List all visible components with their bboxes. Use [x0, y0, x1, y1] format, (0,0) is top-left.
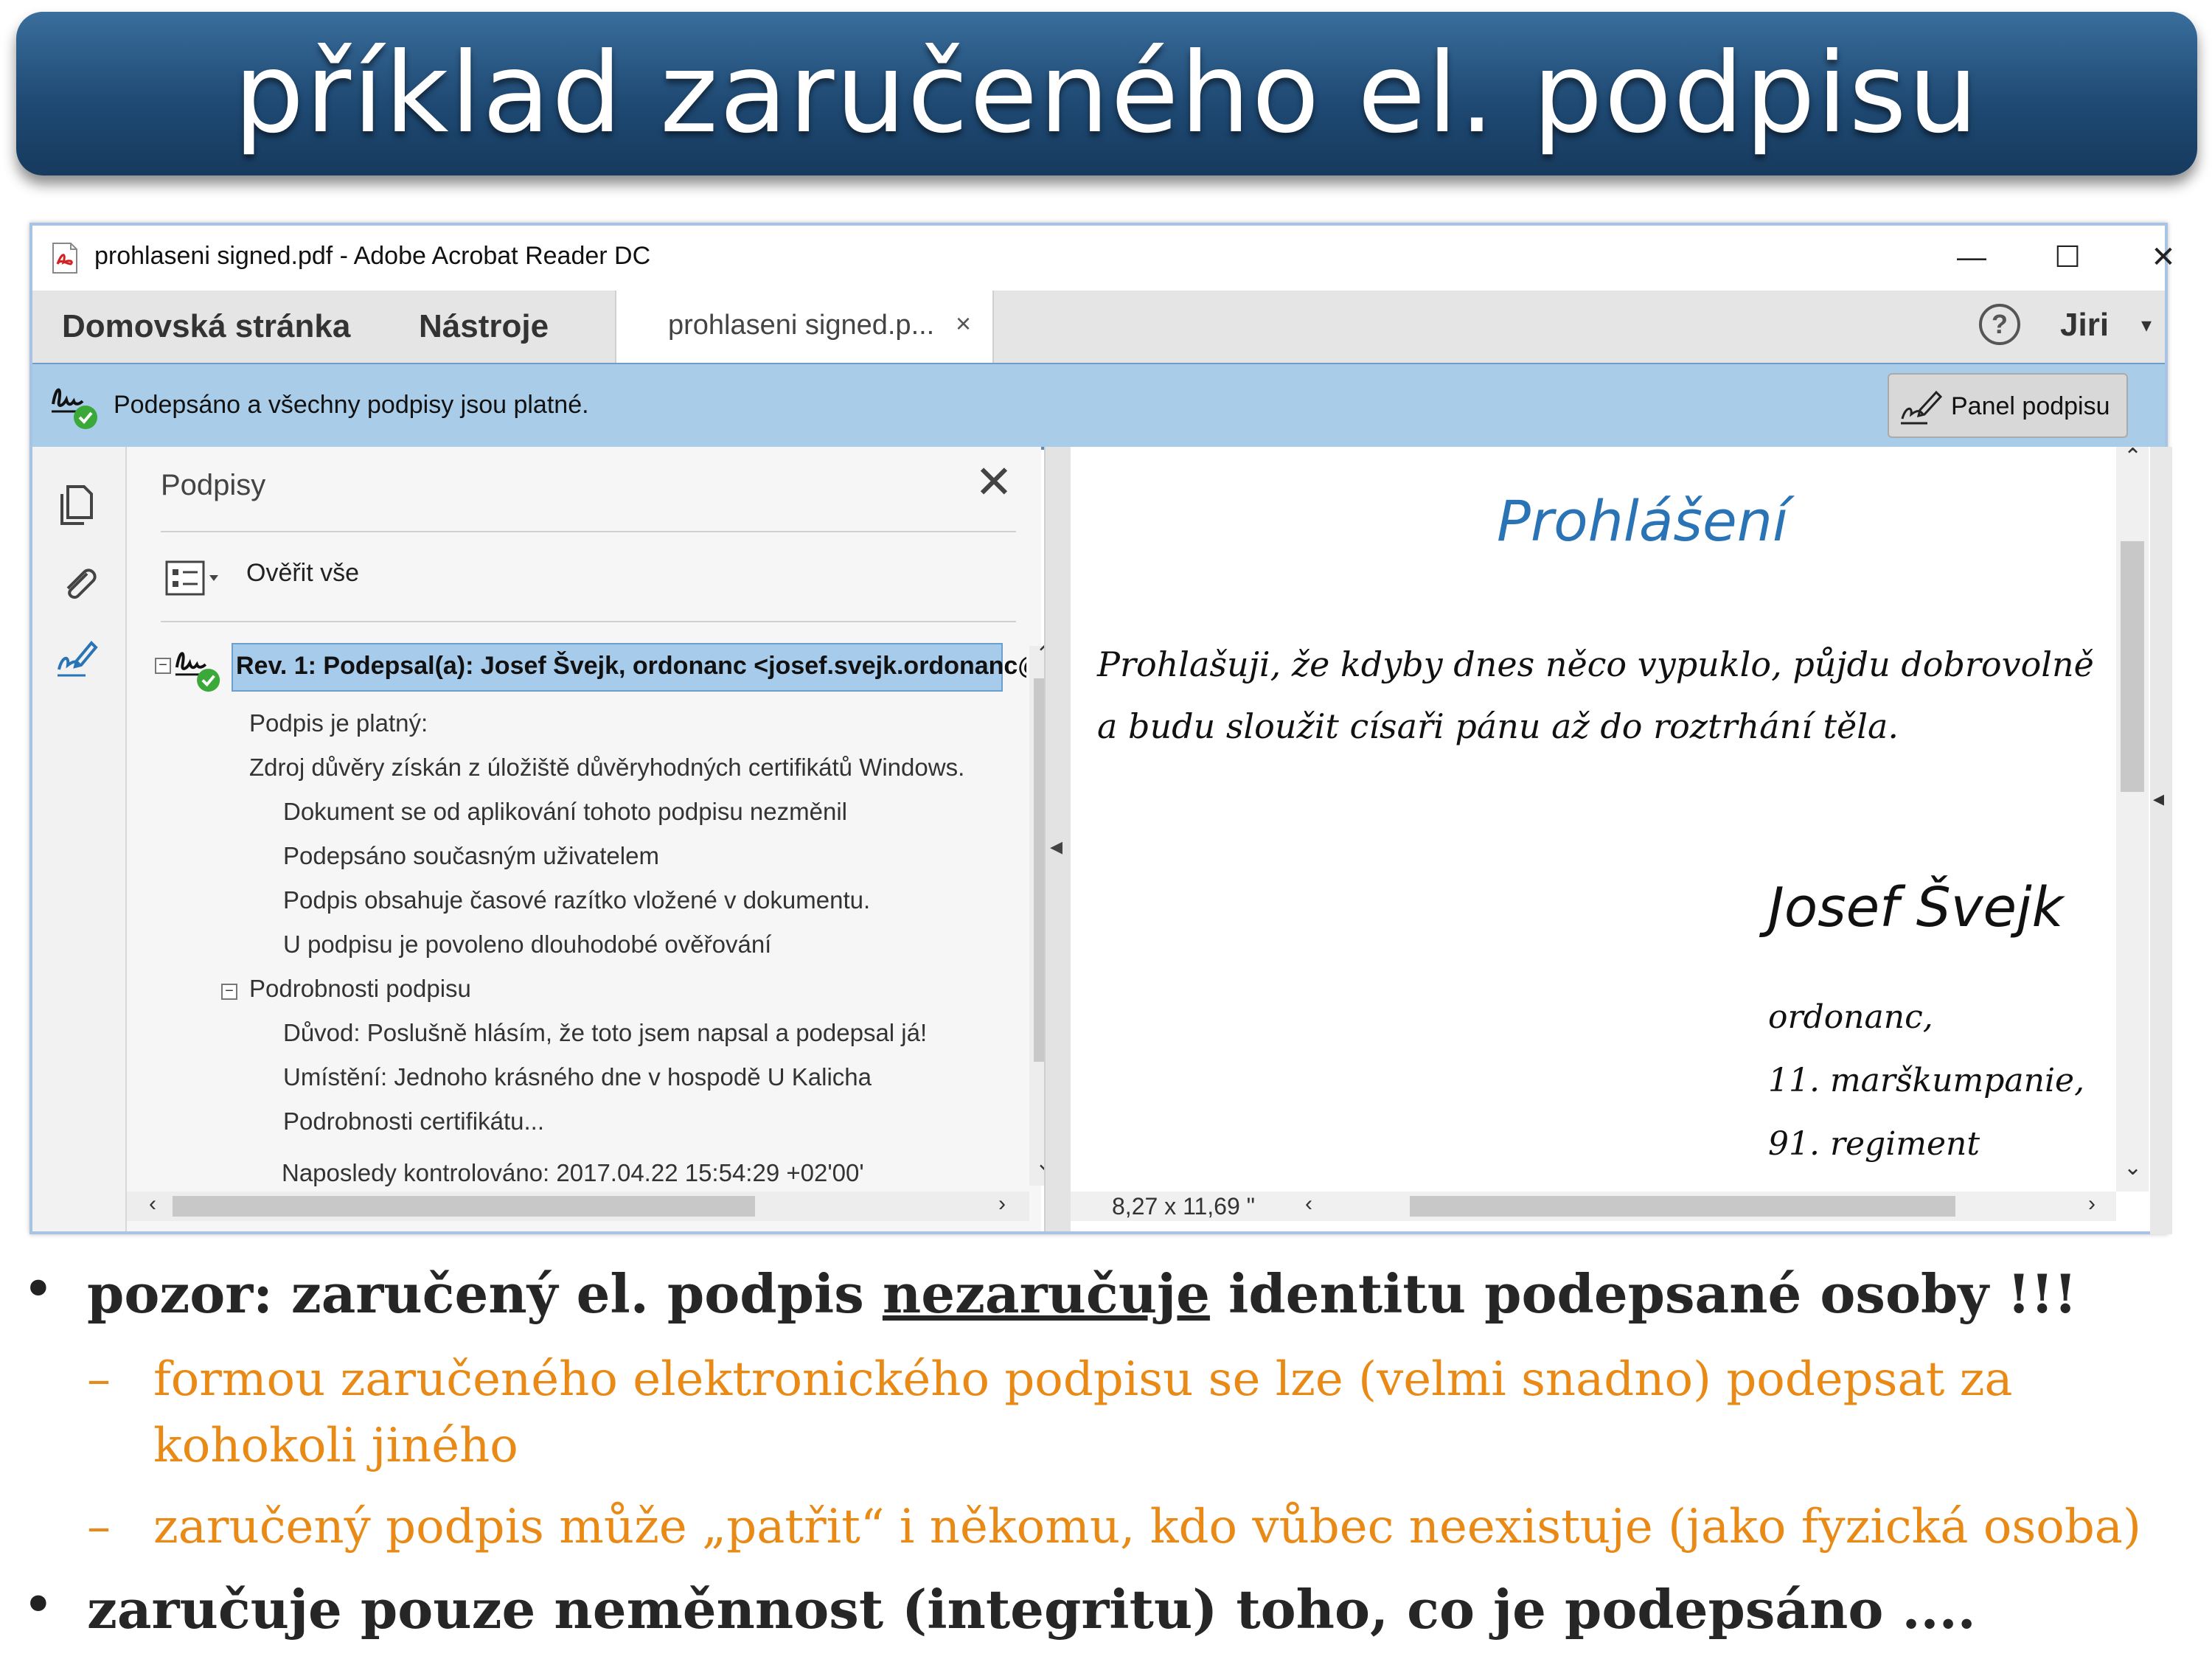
- tree-item[interactable]: Podrobnosti podpisu: [249, 975, 471, 1003]
- bullet-text-1: pozor: zaručený el. podpis nezaručuje id…: [87, 1262, 2077, 1325]
- collapse-toggle[interactable]: −: [155, 658, 171, 674]
- slide-title: příklad zaručeného el. podpisu: [234, 29, 1980, 158]
- right-pane-toggle-strip[interactable]: ◂: [2150, 447, 2172, 1234]
- signer-detail: 11. marškumpanie,: [1768, 1062, 2085, 1099]
- signatures-icon[interactable]: [55, 636, 102, 683]
- document-tab[interactable]: prohlaseni signed.p... ×: [615, 291, 994, 364]
- slide-title-banner: příklad zaručeného el. podpisu: [16, 12, 2197, 175]
- tree-item[interactable]: Zdroj důvěry získán z úložiště důvěryhod…: [249, 754, 964, 782]
- tree-item[interactable]: Umístění: Jednoho krásného dne v hospodě…: [283, 1063, 872, 1091]
- scroll-left-arrow[interactable]: ‹: [149, 1192, 156, 1217]
- collapse-toggle[interactable]: −: [221, 984, 237, 1000]
- document-tab-label: prohlaseni signed.p...: [668, 310, 935, 341]
- options-menu-icon[interactable]: [164, 556, 223, 600]
- bullet-text-part: pozor: zaručený el. podpis: [87, 1262, 883, 1325]
- scrollbar-thumb[interactable]: [1410, 1196, 1955, 1217]
- bullet-text-part: identitu podepsané osoby !!!: [1209, 1262, 2078, 1325]
- tree-item[interactable]: Důvod: Poslušně hlásím, že toto jsem nap…: [283, 1019, 927, 1047]
- tree-item[interactable]: Podrobnosti certifikátu...: [283, 1107, 544, 1135]
- sub-bullet-text: formou zaručeného elektronického podpisu…: [153, 1352, 2013, 1407]
- scroll-left-arrow[interactable]: ‹: [1305, 1192, 1312, 1217]
- scroll-right-arrow[interactable]: ›: [2088, 1192, 2096, 1217]
- divider: [161, 621, 1016, 622]
- signature-status-message: Podepsáno a všechny podpisy jsou platné.: [114, 391, 589, 419]
- sub-bullet-marker: –: [87, 1500, 111, 1554]
- pdf-file-icon: [52, 243, 77, 274]
- divider: [161, 531, 1016, 532]
- document-tab-close-icon[interactable]: ×: [956, 308, 971, 339]
- menu-bar: Domovská stránka Nástroje prohlaseni sig…: [32, 291, 2165, 364]
- collapse-panel-arrow[interactable]: ◂: [1050, 832, 1062, 861]
- maximize-button[interactable]: ☐: [2023, 233, 2112, 282]
- document-vertical-scrollbar[interactable]: ⌃ ⌄: [2116, 444, 2149, 1192]
- expand-right-pane-arrow[interactable]: ◂: [2153, 786, 2164, 812]
- help-icon[interactable]: ?: [1979, 304, 2020, 345]
- navigation-tool-strip: [32, 447, 127, 1231]
- underlined-emphasis: nezaručuje: [882, 1262, 1210, 1325]
- chevron-down-icon[interactable]: ▾: [2141, 313, 2152, 337]
- signatures-panel-title: Podpisy: [161, 469, 266, 501]
- signer-detail: ordonanc,: [1768, 998, 1933, 1036]
- signature-panel-button-label: Panel podpisu: [1951, 392, 2110, 420]
- signer-detail: 91. regiment: [1768, 1125, 1980, 1163]
- tree-item[interactable]: U podpisu je povoleno dlouhodobé ověřová…: [283, 931, 771, 959]
- signature-valid-icon: [52, 388, 97, 429]
- scroll-down-arrow[interactable]: ⌄: [2124, 1155, 2142, 1180]
- scrollbar-thumb[interactable]: [2121, 541, 2144, 792]
- sub-bullet-text: zaručený podpis může „patřit“ i někomu, …: [153, 1500, 2141, 1554]
- panel-splitter[interactable]: ◂: [1044, 447, 1072, 1231]
- bullet-text-2: zaručuje pouze neměnnost (integritu) toh…: [87, 1578, 1976, 1641]
- attachment-icon[interactable]: [55, 559, 102, 606]
- signature-panel-button[interactable]: Panel podpisu: [1888, 373, 2128, 438]
- document-text-line: Prohlašuji, že kdyby dnes něco vypuklo, …: [1097, 644, 2094, 684]
- close-window-button[interactable]: ✕: [2119, 233, 2208, 282]
- document-text-line: a budu sloužit císaři pánu až do roztrhá…: [1097, 706, 1899, 746]
- bullet-marker: •: [22, 1258, 55, 1321]
- user-menu[interactable]: Jiri: [2060, 307, 2109, 344]
- page-size-readout: 8,27 x 11,69 ": [1112, 1193, 1256, 1220]
- sub-bullet-text: kohokoli jiného: [153, 1419, 518, 1473]
- tree-item[interactable]: Podpis je platný:: [249, 709, 428, 737]
- minimize-button[interactable]: —: [1927, 233, 2016, 282]
- menu-home[interactable]: Domovská stránka: [62, 291, 350, 363]
- sub-bullet-marker: –: [87, 1352, 111, 1407]
- tree-item[interactable]: Dokument se od aplikování tohoto podpisu…: [283, 798, 847, 826]
- document-horizontal-scrollbar[interactable]: 8,27 x 11,69 " ‹ ›: [1071, 1192, 2116, 1221]
- document-heading: Prohlášení: [1497, 488, 1789, 554]
- page-thumbnails-icon[interactable]: [55, 481, 102, 528]
- acrobat-window: prohlaseni signed.pdf - Adobe Acrobat Re…: [29, 223, 2176, 1234]
- tree-item[interactable]: Naposledy kontrolováno: 2017.04.22 15:54…: [282, 1159, 864, 1187]
- signatures-panel: Podpisy ✕ Ověřit vše − Rev. 1: Podepsal(…: [127, 447, 1059, 1231]
- close-panel-icon[interactable]: ✕: [975, 460, 1013, 506]
- signature-valid-icon: [175, 652, 220, 692]
- signature-status-bar: Podepsáno a všechny podpisy jsou platné.…: [32, 363, 2165, 450]
- window-titlebar: prohlaseni signed.pdf - Adobe Acrobat Re…: [32, 226, 2176, 291]
- bullet-marker: •: [22, 1573, 55, 1637]
- tree-item[interactable]: Podpis obsahuje časové razítko vložené v…: [283, 886, 870, 914]
- tree-horizontal-scrollbar[interactable]: ‹ ›: [127, 1192, 1029, 1221]
- sign-pen-icon: [1901, 390, 1943, 425]
- menu-tools[interactable]: Nástroje: [419, 291, 549, 363]
- signature-entry-label: Rev. 1: Podepsal(a): Josef Švejk, ordona…: [236, 652, 1026, 680]
- scrollbar-thumb[interactable]: [173, 1196, 755, 1217]
- signature-entry-selected[interactable]: Rev. 1: Podepsal(a): Josef Švejk, ordona…: [232, 643, 1026, 692]
- window-title: prohlaseni signed.pdf - Adobe Acrobat Re…: [94, 242, 651, 270]
- signer-name: Josef Švejk: [1768, 876, 2064, 939]
- signature-tree: − Rev. 1: Podepsal(a): Josef Švejk, ordo…: [127, 639, 1026, 1140]
- document-view: Prohlášení Prohlašuji, že kdyby dnes něc…: [1071, 444, 2172, 1234]
- scroll-right-arrow[interactable]: ›: [998, 1192, 1006, 1217]
- verify-all-button[interactable]: Ověřit vše: [246, 559, 359, 588]
- tree-item[interactable]: Podepsáno současným uživatelem: [283, 842, 659, 870]
- scroll-up-arrow[interactable]: ⌃: [2124, 444, 2142, 470]
